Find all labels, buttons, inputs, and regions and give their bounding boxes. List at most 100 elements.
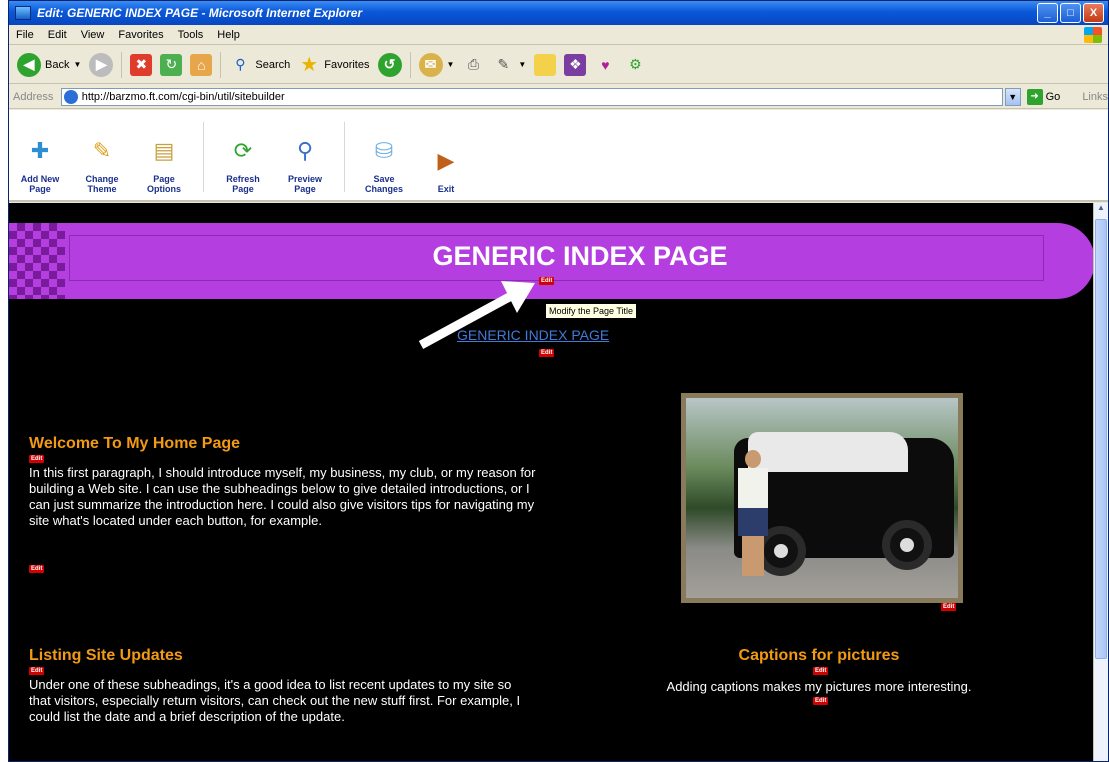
jeep-wheel bbox=[882, 520, 932, 570]
back-label: Back bbox=[45, 58, 70, 71]
change-theme-button[interactable]: ✎ Change Theme bbox=[71, 114, 133, 200]
paintbrush-icon: ✎ bbox=[92, 138, 112, 163]
section1-heading: Welcome To My Home Page bbox=[29, 435, 241, 452]
address-dropdown-icon[interactable]: ▼ bbox=[1004, 87, 1021, 106]
window-title: Edit: GENERIC INDEX PAGE - Microsoft Int… bbox=[37, 6, 363, 20]
subtitle-link[interactable]: GENERIC INDEX PAGE bbox=[457, 327, 609, 343]
vertical-scrollbar[interactable]: ▲ bbox=[1093, 203, 1108, 761]
messenger-icon: ♥ bbox=[601, 56, 610, 73]
edit-subtitle-tag[interactable]: Edit bbox=[539, 349, 555, 357]
jeep-photo bbox=[686, 398, 958, 598]
home-button[interactable]: ⌂ bbox=[190, 53, 213, 76]
edit-caption-heading-tag[interactable]: Edit bbox=[813, 667, 829, 675]
edit-caption-tag[interactable]: Edit bbox=[813, 697, 829, 705]
go-arrow-icon: ➜ bbox=[1026, 88, 1043, 105]
menu-view[interactable]: View bbox=[74, 29, 112, 41]
extra-tool-button[interactable]: ⚙ bbox=[624, 54, 646, 76]
star-icon: ★ bbox=[300, 54, 319, 76]
research-button[interactable]: ❖ bbox=[564, 53, 587, 76]
person-figure bbox=[738, 450, 768, 578]
forward-button[interactable]: ▶ bbox=[89, 52, 114, 77]
scroll-up-icon[interactable]: ▲ bbox=[1095, 203, 1107, 217]
edit-heading-tag[interactable]: Edit bbox=[29, 455, 45, 463]
page-content: GENERIC INDEX PAGE Edit Modify the Page … bbox=[9, 203, 1095, 761]
menu-edit[interactable]: Edit bbox=[41, 29, 74, 41]
toolbar-separator bbox=[344, 122, 345, 192]
messenger-button[interactable]: ♥ bbox=[594, 54, 616, 76]
edit-dropdown-icon: ▼ bbox=[518, 60, 527, 69]
caption-heading: Captions for pictures bbox=[738, 647, 900, 664]
page-options-button[interactable]: ▤ Page Options bbox=[133, 114, 195, 200]
exit-door-icon: ▶ bbox=[437, 148, 455, 173]
toolbar-separator bbox=[409, 51, 411, 78]
research-icon: ❖ bbox=[564, 53, 587, 76]
back-arrow-icon: ◀ bbox=[17, 52, 41, 77]
stop-icon: ✖ bbox=[130, 53, 153, 76]
jeep-top bbox=[748, 432, 908, 472]
go-button[interactable]: ➜ Go bbox=[1026, 88, 1061, 105]
title-banner: GENERIC INDEX PAGE bbox=[65, 223, 1095, 299]
forward-arrow-icon: ▶ bbox=[89, 52, 114, 77]
sitebuilder-toolbar: ✚ Add New Page ✎ Change Theme ▤ Page Opt… bbox=[9, 110, 1108, 202]
photo-frame bbox=[681, 393, 963, 603]
section1-paragraph: In this first paragraph, I should introd… bbox=[29, 465, 536, 528]
change-theme-label: Change Theme bbox=[85, 174, 119, 194]
edit-heading-tag[interactable]: Edit bbox=[29, 667, 45, 675]
refresh-page-button[interactable]: ⟳ Refresh Page bbox=[212, 114, 274, 200]
menu-tools[interactable]: Tools bbox=[171, 29, 211, 41]
toolbar-separator bbox=[203, 122, 204, 192]
save-changes-label: Save Changes bbox=[364, 174, 403, 194]
toolbar-separator bbox=[220, 51, 222, 78]
favorites-label: Favorites bbox=[324, 58, 370, 71]
menu-favorites[interactable]: Favorites bbox=[111, 29, 170, 41]
close-button[interactable]: X bbox=[1083, 3, 1104, 23]
refresh-button[interactable]: ↻ bbox=[160, 53, 183, 76]
edit-paragraph-tag[interactable]: Edit bbox=[29, 565, 45, 573]
edit-page-button[interactable]: ✎ ▼ bbox=[492, 54, 527, 76]
windows-logo-icon bbox=[1084, 27, 1102, 43]
save-changes-button[interactable]: ⛁ Save Changes bbox=[353, 114, 415, 200]
preview-page-label: Preview Page bbox=[287, 174, 323, 194]
folder-button[interactable] bbox=[534, 53, 557, 76]
section2-heading: Listing Site Updates bbox=[29, 647, 183, 664]
stop-button[interactable]: ✖ bbox=[130, 53, 153, 76]
toolbar-separator bbox=[121, 51, 123, 78]
page-title: GENERIC INDEX PAGE bbox=[432, 241, 728, 271]
menu-file[interactable]: File bbox=[9, 29, 41, 41]
go-label: Go bbox=[1045, 90, 1061, 103]
add-page-icon: ✚ bbox=[30, 138, 50, 163]
links-button[interactable]: Links bbox=[1082, 91, 1108, 103]
magnifier-icon: ⚲ bbox=[296, 138, 314, 163]
scrollbar-thumb[interactable] bbox=[1095, 219, 1107, 659]
exit-label: Exit bbox=[437, 184, 455, 194]
favorites-button[interactable]: ★ Favorites bbox=[298, 54, 369, 76]
maximize-button[interactable]: □ bbox=[1060, 3, 1081, 23]
minimize-button[interactable]: _ bbox=[1037, 3, 1058, 23]
address-label: Address bbox=[13, 90, 54, 103]
edit-document-icon: ✎ bbox=[497, 56, 510, 72]
search-label: Search bbox=[255, 58, 291, 71]
refresh-icon: ↻ bbox=[160, 53, 183, 76]
history-button[interactable]: ↺ bbox=[377, 52, 402, 77]
ie-app-icon bbox=[15, 6, 31, 20]
mail-dropdown-icon: ▼ bbox=[446, 60, 455, 69]
title-bar: Edit: GENERIC INDEX PAGE - Microsoft Int… bbox=[9, 1, 1108, 25]
clipboard-icon: ▤ bbox=[153, 138, 175, 163]
address-input[interactable]: http://barzmo.ft.com/cgi-bin/util/sitebu… bbox=[60, 87, 1003, 106]
back-dropdown-icon: ▼ bbox=[73, 60, 82, 69]
folder-icon bbox=[534, 53, 557, 76]
exit-button[interactable]: ▶ Exit bbox=[415, 114, 477, 200]
search-button[interactable]: ⚲ Search bbox=[229, 54, 290, 76]
menu-help[interactable]: Help bbox=[210, 29, 247, 41]
preview-page-button[interactable]: ⚲ Preview Page bbox=[274, 114, 336, 200]
banner-checker-pattern bbox=[9, 223, 65, 299]
mail-button[interactable]: ✉ ▼ bbox=[418, 52, 455, 77]
refresh-icon: ⟳ bbox=[233, 138, 253, 163]
save-icon: ⛁ bbox=[374, 138, 394, 163]
add-new-page-button[interactable]: ✚ Add New Page bbox=[9, 114, 71, 200]
back-button[interactable]: ◀ Back ▼ bbox=[17, 52, 82, 77]
tool-icon: ⚙ bbox=[629, 56, 642, 72]
menu-bar: File Edit View Favorites Tools Help bbox=[9, 25, 1108, 45]
edit-photo-tag[interactable]: Edit bbox=[941, 603, 957, 611]
print-button[interactable]: ⎙ bbox=[462, 54, 484, 76]
